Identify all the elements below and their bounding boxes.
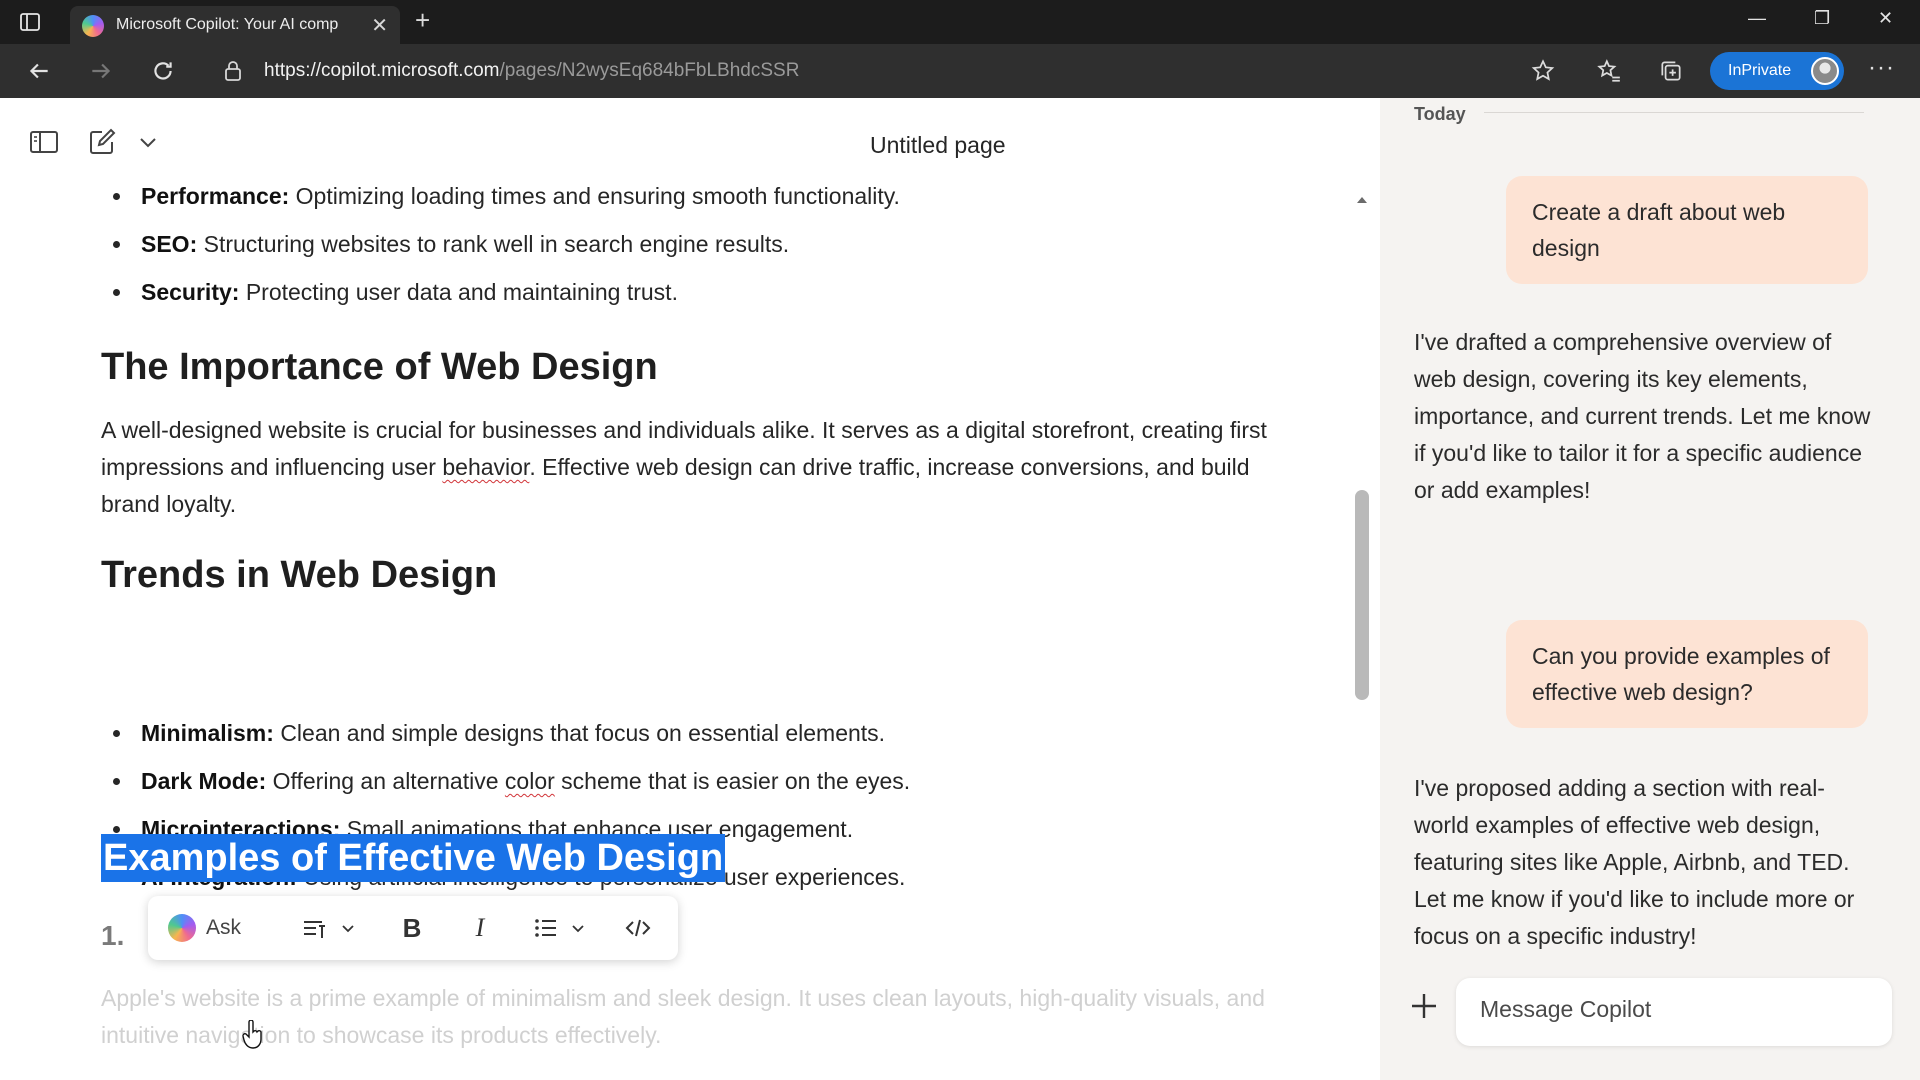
chevron-down-icon[interactable]: [332, 912, 354, 944]
list-item: Minimalism: Clean and simple designs tha…: [112, 718, 886, 748]
spellcheck-word[interactable]: color: [505, 768, 555, 794]
format-toolbar: Ask B I: [148, 896, 678, 960]
lock-icon[interactable]: [222, 59, 244, 83]
list-item: SEO: Structuring websites to rank well i…: [112, 229, 790, 259]
more-options-icon[interactable]: ···: [1868, 54, 1895, 82]
list-item: Dark Mode: Offering an alternative color…: [112, 766, 911, 796]
url-path: /pages/N2wysEq684bFbLBhdcSSR: [499, 60, 800, 81]
heading-importance: The Importance of Web Design: [101, 346, 658, 388]
sidebar-toggle-icon[interactable]: [28, 126, 60, 158]
date-label: Today: [1414, 104, 1466, 124]
bold-icon[interactable]: B: [396, 912, 428, 944]
message-composer[interactable]: [1456, 978, 1892, 1046]
heading-trends: Trends in Web Design: [101, 554, 498, 596]
collections-icon[interactable]: [1658, 58, 1684, 84]
bullet-term: Security:: [141, 279, 240, 305]
bullet-term: Dark Mode:: [141, 768, 267, 794]
new-tab-button[interactable]: +: [415, 7, 430, 33]
browser-tab[interactable]: Microsoft Copilot: Your AI comp ✕: [70, 6, 400, 44]
assistant-message: I've proposed adding a section with real…: [1414, 775, 1855, 949]
back-icon[interactable]: [26, 58, 52, 84]
bullet-text: Protecting user data and maintaining tru…: [245, 279, 678, 305]
list-item: Performance: Optimizing loading times an…: [113, 181, 900, 211]
bullet-text: Optimizing loading times and ensuring sm…: [295, 183, 900, 209]
hand-cursor-icon: [242, 1020, 262, 1049]
refresh-icon[interactable]: [150, 58, 176, 84]
spellcheck-word[interactable]: behavior: [442, 454, 529, 480]
paragraph-style-icon[interactable]: [298, 912, 330, 944]
bullet-term: Minimalism:: [141, 720, 274, 746]
avatar: [1811, 57, 1839, 85]
minimize-icon[interactable]: —: [1748, 8, 1766, 29]
browser-tab-bar: Microsoft Copilot: Your AI comp ✕ + — ❐ …: [0, 0, 1920, 44]
scrollbar-thumb[interactable]: [1355, 490, 1369, 700]
ask-button[interactable]: Ask: [206, 916, 241, 940]
bullet-text: Offering an alternative: [272, 768, 499, 794]
code-icon[interactable]: [622, 912, 654, 944]
copilot-chat-panel: Today Create a draft about web design I'…: [1380, 98, 1920, 1080]
url-host: https://copilot.microsoft.com: [264, 60, 500, 81]
heading-examples-selected[interactable]: Examples of Effective Web Design: [101, 834, 726, 882]
bullet-term: Performance:: [141, 183, 290, 209]
date-divider: [1484, 112, 1864, 113]
add-attachment-icon[interactable]: [1404, 986, 1444, 1026]
tab-title: Microsoft Copilot: Your AI comp: [116, 16, 339, 33]
inprivate-label: InPrivate: [1728, 62, 1792, 79]
list-number: 1.: [101, 920, 125, 951]
italic-icon[interactable]: I: [464, 912, 496, 944]
chevron-down-icon[interactable]: [562, 912, 584, 944]
user-message: Create a draft about web design: [1506, 176, 1868, 284]
bullet-text: scheme that is easier on the eyes.: [561, 768, 911, 794]
bullet-text: Structuring websites to rank well in sea…: [203, 231, 790, 257]
favorite-star-icon[interactable]: [1530, 58, 1556, 84]
user-message: Can you provide examples of effective we…: [1506, 620, 1868, 728]
restore-icon[interactable]: ❐: [1814, 8, 1830, 29]
bullet-list-icon[interactable]: [530, 912, 562, 944]
favorites-icon[interactable]: [1596, 58, 1622, 84]
assistant-message: I've drafted a comprehensive overview of…: [1414, 329, 1871, 503]
copilot-logo-icon[interactable]: [168, 914, 196, 942]
address-bar-row: https://copilot.microsoft.com/pages/N2wy…: [0, 44, 1920, 98]
inprivate-badge[interactable]: InPrivate: [1710, 52, 1844, 90]
forward-icon[interactable]: [88, 58, 114, 84]
copilot-favicon-icon: [82, 15, 104, 37]
bullet-text: Clean and simple designs that focus on e…: [280, 720, 886, 746]
faded-paragraph: Apple's website is a prime example of mi…: [101, 985, 1265, 1048]
bullet-term: SEO:: [141, 231, 198, 257]
url-field[interactable]: https://copilot.microsoft.com/pages/N2wy…: [264, 60, 799, 82]
document-editor: Untitled page Performance: Optimizing lo…: [0, 98, 1380, 1080]
new-page-icon[interactable]: [86, 126, 118, 158]
scroll-up-icon[interactable]: [1355, 194, 1369, 206]
message-input[interactable]: [1480, 996, 1860, 1023]
page-title: Untitled page: [870, 132, 1006, 158]
list-item: Security: Protecting user data and maint…: [113, 277, 678, 307]
chevron-down-icon[interactable]: [132, 126, 156, 158]
page-content: Untitled page Performance: Optimizing lo…: [0, 98, 1920, 1080]
importance-paragraph: A well-designed website is crucial for b…: [101, 412, 1281, 523]
window-close-icon[interactable]: ✕: [1878, 8, 1893, 29]
tab-close-icon[interactable]: ✕: [371, 13, 388, 38]
tab-actions-icon[interactable]: [18, 10, 42, 34]
